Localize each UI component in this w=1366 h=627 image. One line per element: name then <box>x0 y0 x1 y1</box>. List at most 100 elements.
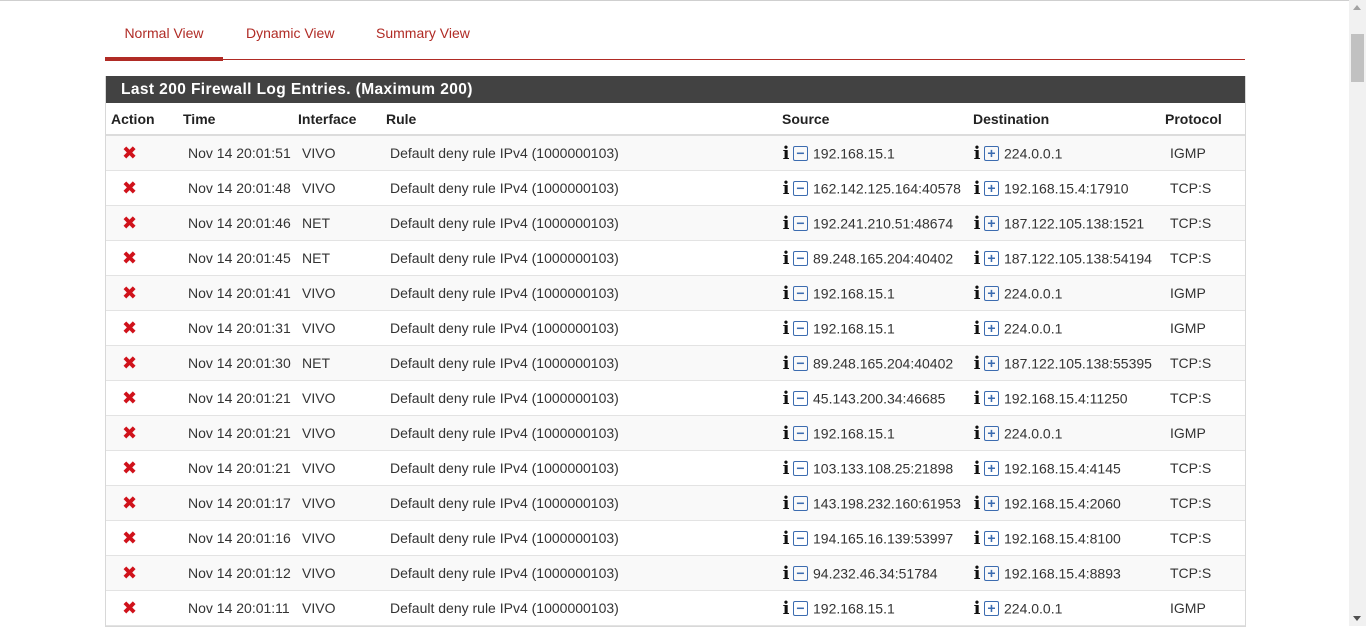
minus-square-icon[interactable]: − <box>793 215 808 231</box>
source-address[interactable]: 192.168.15.1 <box>813 145 895 161</box>
close-icon[interactable]: ✖ <box>122 214 137 232</box>
minus-square-icon[interactable]: − <box>793 530 808 546</box>
destination-address[interactable]: 224.0.0.1 <box>1004 600 1062 616</box>
plus-square-icon[interactable]: + <box>984 145 999 161</box>
minus-square-icon[interactable]: − <box>793 460 808 476</box>
info-icon[interactable]: i <box>973 563 981 584</box>
destination-address[interactable]: 224.0.0.1 <box>1004 145 1062 161</box>
source-address[interactable]: 192.241.210.51:48674 <box>813 215 953 231</box>
info-icon[interactable]: i <box>973 318 981 339</box>
minus-square-icon[interactable]: − <box>793 250 808 266</box>
close-icon[interactable]: ✖ <box>122 179 137 197</box>
rule-cell[interactable]: Default deny rule IPv4 (1000000103) <box>381 240 777 276</box>
info-icon[interactable]: i <box>782 283 790 304</box>
rule-cell[interactable]: Default deny rule IPv4 (1000000103) <box>381 555 777 591</box>
info-icon[interactable]: i <box>973 598 981 619</box>
column-header-destination[interactable]: Destination <box>968 103 1160 136</box>
minus-square-icon[interactable]: − <box>793 355 808 371</box>
info-icon[interactable]: i <box>782 213 790 234</box>
rule-cell[interactable]: Default deny rule IPv4 (1000000103) <box>381 275 777 311</box>
minus-square-icon[interactable]: − <box>793 145 808 161</box>
info-icon[interactable]: i <box>782 598 790 619</box>
destination-address[interactable]: 187.122.105.138:1521 <box>1004 215 1144 231</box>
info-icon[interactable]: i <box>973 423 981 444</box>
rule-cell[interactable]: Default deny rule IPv4 (1000000103) <box>381 415 777 451</box>
close-icon[interactable]: ✖ <box>122 494 137 512</box>
plus-square-icon[interactable]: + <box>984 180 999 196</box>
rule-cell[interactable]: Default deny rule IPv4 (1000000103) <box>381 135 777 171</box>
close-icon[interactable]: ✖ <box>122 249 137 267</box>
info-icon[interactable]: i <box>973 178 981 199</box>
close-icon[interactable]: ✖ <box>122 529 137 547</box>
plus-square-icon[interactable]: + <box>984 495 999 511</box>
minus-square-icon[interactable]: − <box>793 565 808 581</box>
column-header-interface[interactable]: Interface <box>293 103 381 136</box>
source-address[interactable]: 89.248.165.204:40402 <box>813 250 953 266</box>
info-icon[interactable]: i <box>782 528 790 549</box>
info-icon[interactable]: i <box>782 353 790 374</box>
info-icon[interactable]: i <box>782 388 790 409</box>
destination-address[interactable]: 192.168.15.4:17910 <box>1004 180 1129 196</box>
destination-address[interactable]: 224.0.0.1 <box>1004 320 1062 336</box>
plus-square-icon[interactable]: + <box>984 390 999 406</box>
close-icon[interactable]: ✖ <box>122 564 137 582</box>
info-icon[interactable]: i <box>782 143 790 164</box>
destination-address[interactable]: 187.122.105.138:55395 <box>1004 355 1152 371</box>
plus-square-icon[interactable]: + <box>984 250 999 266</box>
info-icon[interactable]: i <box>782 178 790 199</box>
destination-address[interactable]: 192.168.15.4:11250 <box>1004 390 1128 406</box>
source-address[interactable]: 45.143.200.34:46685 <box>813 390 945 406</box>
tab-summary-view[interactable]: Summary View <box>376 25 470 41</box>
info-icon[interactable]: i <box>973 528 981 549</box>
rule-cell[interactable]: Default deny rule IPv4 (1000000103) <box>381 205 777 241</box>
source-address[interactable]: 192.168.15.1 <box>813 425 895 441</box>
info-icon[interactable]: i <box>973 458 981 479</box>
source-address[interactable]: 162.142.125.164:40578 <box>813 180 961 196</box>
info-icon[interactable]: i <box>973 493 981 514</box>
close-icon[interactable]: ✖ <box>122 424 137 442</box>
info-icon[interactable]: i <box>973 388 981 409</box>
info-icon[interactable]: i <box>782 563 790 584</box>
tab-normal-view[interactable]: Normal View <box>105 25 223 41</box>
close-icon[interactable]: ✖ <box>122 354 137 372</box>
column-header-time[interactable]: Time <box>178 103 293 136</box>
source-address[interactable]: 192.168.15.1 <box>813 285 895 301</box>
minus-square-icon[interactable]: − <box>793 285 808 301</box>
info-icon[interactable]: i <box>973 213 981 234</box>
plus-square-icon[interactable]: + <box>984 320 999 336</box>
plus-square-icon[interactable]: + <box>984 600 999 616</box>
destination-address[interactable]: 224.0.0.1 <box>1004 425 1062 441</box>
source-address[interactable]: 192.168.15.1 <box>813 600 895 616</box>
source-address[interactable]: 94.232.46.34:51784 <box>813 565 938 581</box>
plus-square-icon[interactable]: + <box>984 530 999 546</box>
minus-square-icon[interactable]: − <box>793 180 808 196</box>
destination-address[interactable]: 187.122.105.138:54194 <box>1004 250 1152 266</box>
plus-square-icon[interactable]: + <box>984 425 999 441</box>
info-icon[interactable]: i <box>782 493 790 514</box>
plus-square-icon[interactable]: + <box>984 285 999 301</box>
close-icon[interactable]: ✖ <box>122 389 137 407</box>
destination-address[interactable]: 192.168.15.4:2060 <box>1004 495 1121 511</box>
source-address[interactable]: 89.248.165.204:40402 <box>813 355 953 371</box>
column-header-action[interactable]: Action <box>106 103 178 136</box>
source-address[interactable]: 143.198.232.160:61953 <box>813 495 961 511</box>
info-icon[interactable]: i <box>782 318 790 339</box>
rule-cell[interactable]: Default deny rule IPv4 (1000000103) <box>381 520 777 556</box>
rule-cell[interactable]: Default deny rule IPv4 (1000000103) <box>381 345 777 381</box>
plus-square-icon[interactable]: + <box>984 460 999 476</box>
column-header-rule[interactable]: Rule <box>381 103 777 136</box>
scroll-down-arrow-icon[interactable] <box>1353 616 1361 621</box>
scroll-up-arrow-icon[interactable] <box>1353 5 1361 10</box>
info-icon[interactable]: i <box>973 353 981 374</box>
plus-square-icon[interactable]: + <box>984 355 999 371</box>
rule-cell[interactable]: Default deny rule IPv4 (1000000103) <box>381 380 777 416</box>
scrollbar-thumb[interactable] <box>1351 34 1364 82</box>
close-icon[interactable]: ✖ <box>122 284 137 302</box>
minus-square-icon[interactable]: − <box>793 425 808 441</box>
destination-address[interactable]: 224.0.0.1 <box>1004 285 1062 301</box>
tab-dynamic-view[interactable]: Dynamic View <box>246 25 334 41</box>
minus-square-icon[interactable]: − <box>793 390 808 406</box>
vertical-scrollbar[interactable] <box>1349 0 1366 626</box>
source-address[interactable]: 194.165.16.139:53997 <box>813 530 953 546</box>
plus-square-icon[interactable]: + <box>984 215 999 231</box>
